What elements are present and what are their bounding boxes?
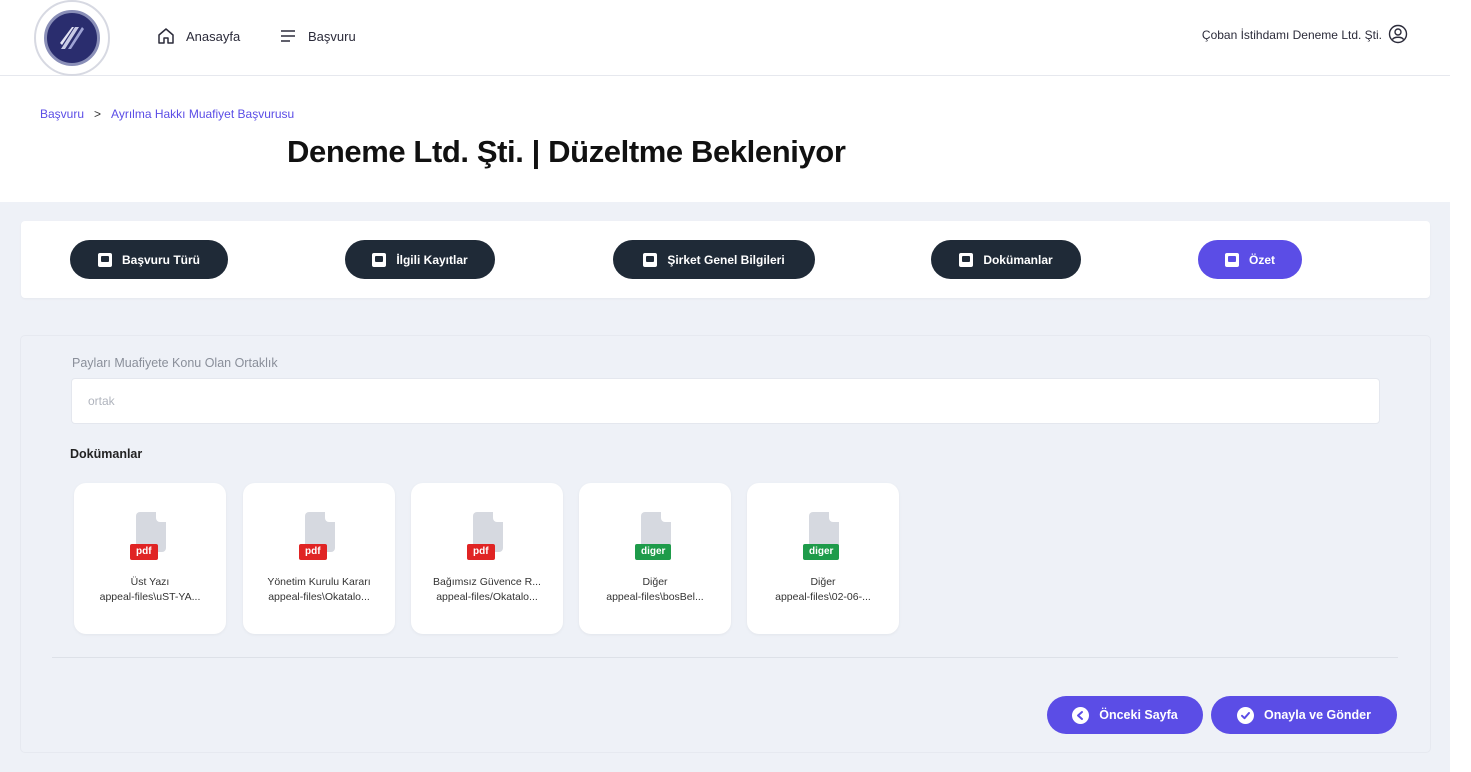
file-type-badge: diger bbox=[803, 544, 840, 560]
document-name: Yönetim Kurulu Kararı bbox=[267, 576, 371, 588]
document-card[interactable]: pdf Yönetim Kurulu Kararı appeal-files\O… bbox=[243, 483, 395, 634]
logo-emblem bbox=[44, 10, 100, 66]
organization-logo[interactable] bbox=[34, 0, 110, 76]
tab-label: İlgili Kayıtlar bbox=[396, 252, 468, 267]
bookmark-icon bbox=[959, 252, 974, 267]
nav-application-label: Başvuru bbox=[308, 28, 356, 44]
document-card[interactable]: pdf Üst Yazı appeal-files\uST-YA... bbox=[74, 483, 226, 634]
page-title: Deneme Ltd. Şti. | Düzeltme Bekleniyor bbox=[287, 134, 846, 169]
breadcrumb: Başvuru > Ayrılma Hakkı Muafiyet Başvuru… bbox=[40, 107, 294, 121]
approve-and-send-label: Onayla ve Gönder bbox=[1264, 708, 1371, 722]
breadcrumb-current[interactable]: Ayrılma Hakkı Muafiyet Başvurusu bbox=[111, 107, 294, 121]
document-card[interactable]: pdf Bağımsız Güvence R... appeal-files/O… bbox=[411, 483, 563, 634]
menu-lines-icon bbox=[281, 30, 295, 42]
step-tabs-panel: Başvuru Türü İlgili Kayıtlar Şirket Gene… bbox=[21, 221, 1430, 298]
document-card[interactable]: diger Diğer appeal-files\bosBel... bbox=[579, 483, 731, 634]
tab-label: Özet bbox=[1248, 252, 1275, 267]
tab-label: Şirket Genel Bilgileri bbox=[667, 252, 785, 267]
previous-page-label: Önceki Sayfa bbox=[1099, 708, 1178, 722]
document-path: appeal-files\bosBel... bbox=[606, 591, 704, 603]
file-icon: diger bbox=[635, 512, 673, 560]
bookmark-icon bbox=[97, 252, 112, 267]
documents-heading: Dokümanlar bbox=[70, 447, 143, 461]
file-icon: pdf bbox=[299, 512, 337, 560]
document-path: appeal-files\uST-YA... bbox=[99, 591, 201, 603]
tab-label: Başvuru Türü bbox=[121, 252, 200, 267]
top-navbar: Anasayfa Başvuru Çoban İstihdamı Deneme … bbox=[0, 0, 1450, 76]
document-name: Diğer bbox=[810, 576, 836, 588]
file-type-badge: diger bbox=[635, 544, 672, 560]
bookmark-icon bbox=[1224, 252, 1239, 267]
bookmark-icon bbox=[372, 252, 387, 267]
tab-company-info[interactable]: Şirket Genel Bilgileri bbox=[613, 240, 815, 279]
company-name: Çoban İstihdamı Deneme Ltd. Şti. bbox=[1201, 28, 1382, 42]
tab-summary[interactable]: Özet bbox=[1198, 240, 1302, 279]
partnership-field[interactable] bbox=[71, 378, 1380, 424]
logo-stripes-icon bbox=[60, 27, 84, 49]
file-icon: pdf bbox=[130, 512, 168, 560]
file-type-badge: pdf bbox=[130, 544, 158, 560]
file-type-badge: pdf bbox=[467, 544, 495, 560]
document-name: Bağımsız Güvence R... bbox=[433, 576, 541, 588]
tab-related-records[interactable]: İlgili Kayıtlar bbox=[345, 240, 495, 279]
file-type-badge: pdf bbox=[299, 544, 327, 560]
file-icon: pdf bbox=[467, 512, 505, 560]
breadcrumb-separator: > bbox=[94, 107, 102, 121]
tab-label: Dokümanlar bbox=[983, 252, 1053, 267]
document-name: Üst Yazı bbox=[130, 576, 170, 588]
nav-home-label: Anasayfa bbox=[186, 28, 241, 44]
home-icon bbox=[158, 28, 174, 44]
nav-home-link[interactable]: Anasayfa bbox=[156, 26, 240, 46]
document-path: appeal-files\02-06-... bbox=[775, 591, 871, 603]
arrow-left-circle-icon bbox=[1072, 706, 1090, 724]
document-card[interactable]: diger Diğer appeal-files\02-06-... bbox=[747, 483, 899, 634]
check-circle-icon bbox=[1237, 706, 1254, 724]
file-icon: diger bbox=[803, 512, 841, 560]
approve-and-send-button[interactable]: Onayla ve Gönder bbox=[1211, 696, 1397, 734]
document-path: appeal-files\Okatalo... bbox=[268, 591, 370, 603]
tab-application-type[interactable]: Başvuru Türü bbox=[70, 240, 228, 279]
bookmark-icon bbox=[643, 252, 658, 267]
document-name: Diğer bbox=[642, 576, 668, 588]
breadcrumb-root-link[interactable]: Başvuru bbox=[40, 107, 84, 121]
nav-application-link[interactable]: Başvuru bbox=[278, 26, 356, 46]
document-path: appeal-files/Okatalo... bbox=[436, 591, 538, 603]
partnership-field-label: Payları Muafiyete Konu Olan Ortaklık bbox=[72, 356, 278, 370]
user-profile-icon[interactable] bbox=[1388, 24, 1408, 44]
previous-page-button[interactable]: Önceki Sayfa bbox=[1047, 696, 1203, 734]
tab-documents[interactable]: Dokümanlar bbox=[931, 240, 1081, 279]
section-divider bbox=[52, 657, 1398, 658]
